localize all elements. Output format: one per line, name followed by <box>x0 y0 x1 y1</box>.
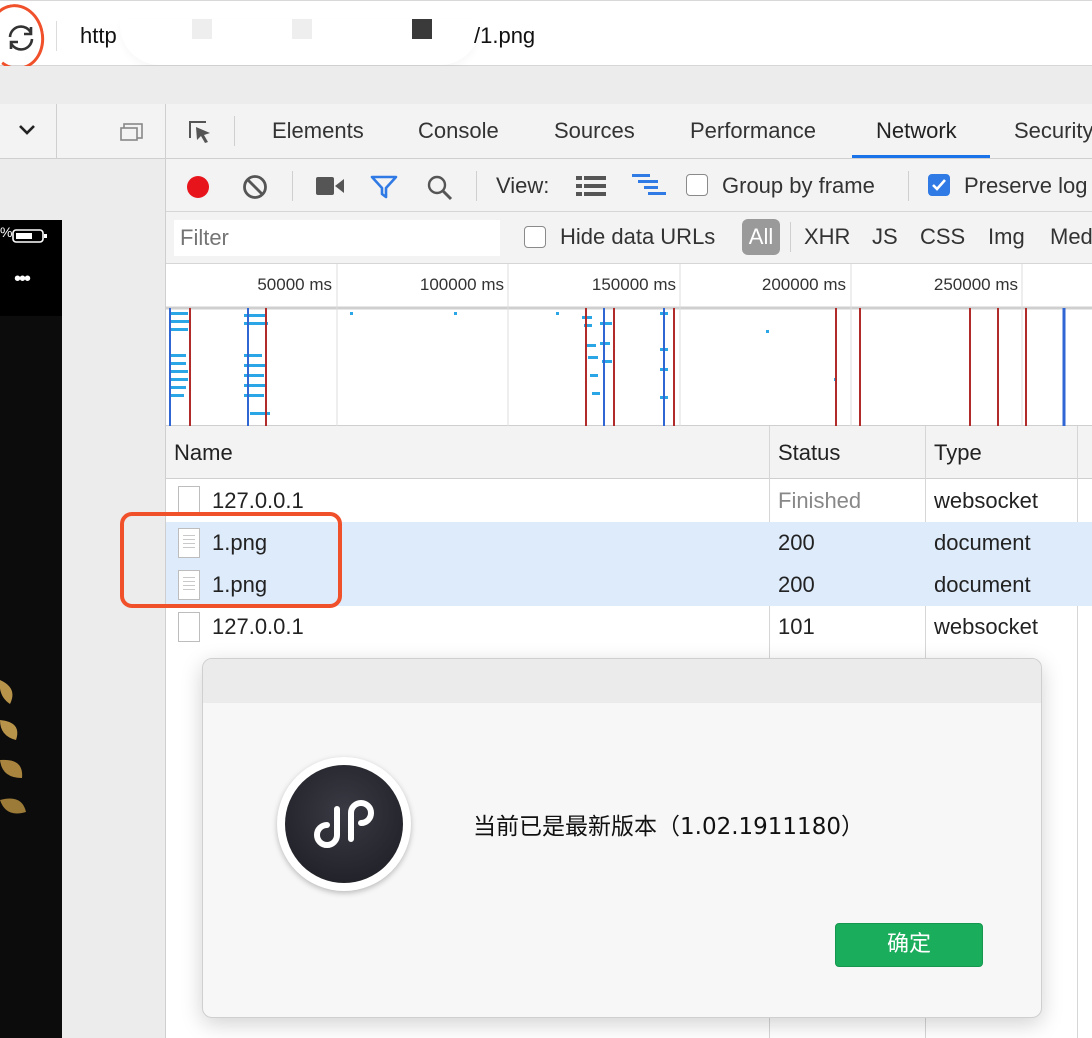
url-suffix[interactable]: /1.png <box>474 23 535 49</box>
filter-type-img[interactable]: Img <box>988 224 1025 250</box>
toolbar-divider <box>234 116 235 146</box>
filter-type-xhr[interactable]: XHR <box>804 224 850 250</box>
table-row[interactable]: 127.0.0.1 101 websocket <box>166 606 1092 648</box>
mini-program-icon <box>314 800 374 848</box>
column-header-status[interactable]: Status <box>778 440 840 466</box>
inspect-element-icon[interactable] <box>186 118 216 146</box>
file-icon <box>178 612 200 642</box>
view-label: View: <box>496 173 550 198</box>
active-tab-indicator <box>852 155 990 158</box>
phone-screen <box>0 220 62 1038</box>
overview-chart: 50000 ms 100000 ms 150000 ms 200000 ms 2… <box>166 264 1092 426</box>
toolbar-divider <box>476 171 477 201</box>
simulator-toolbar <box>0 104 166 159</box>
overview-tick-label: 150000 ms <box>592 275 676 294</box>
row-name: 127.0.0.1 <box>212 488 304 513</box>
checkmark-icon <box>932 179 946 191</box>
tab-elements[interactable]: Elements <box>272 118 364 144</box>
more-dots-icon[interactable]: ••• <box>14 268 31 291</box>
filter-icon[interactable] <box>370 175 398 199</box>
dock-icon[interactable] <box>120 122 144 142</box>
row-type: document <box>934 530 1031 555</box>
waterfall-overview-icon[interactable] <box>632 174 666 196</box>
row-status: Finished <box>778 488 862 513</box>
overview-tick-label: 100000 ms <box>420 275 504 294</box>
record-icon[interactable] <box>184 173 212 201</box>
network-overview[interactable]: 50000 ms 100000 ms 150000 ms 200000 ms 2… <box>166 264 1092 426</box>
update-dialog: 当前已是最新版本（1.02.1911180） 确定 <box>202 658 1042 1018</box>
row-status: 101 <box>778 614 815 639</box>
toolbar-divider <box>56 104 57 158</box>
column-header-name[interactable]: Name <box>174 440 233 466</box>
overview-event-lines <box>169 308 1066 426</box>
annotation-box <box>120 512 342 608</box>
clear-icon[interactable] <box>242 174 268 200</box>
dialog-titlebar <box>203 659 1041 703</box>
toolbar-divider <box>292 171 293 201</box>
preserve-log-label: Preserve log <box>964 173 1088 198</box>
window-gap <box>0 66 1092 104</box>
chevron-down-icon[interactable] <box>18 124 36 136</box>
search-icon[interactable] <box>426 174 454 202</box>
battery-icon <box>12 229 47 243</box>
app-logo <box>277 757 411 891</box>
hide-data-urls-label: Hide data URLs <box>560 224 716 249</box>
tab-security[interactable]: Security <box>1014 118 1092 144</box>
row-name: 127.0.0.1 <box>212 614 304 639</box>
network-table-header: Name Status Type <box>166 426 1092 479</box>
hide-data-urls-checkbox[interactable] <box>524 226 546 248</box>
filter-type-all[interactable]: All <box>742 219 780 255</box>
group-by-frame-label: Group by frame <box>722 173 875 198</box>
url-redaction-mark <box>412 19 432 39</box>
tab-performance[interactable]: Performance <box>690 118 816 144</box>
group-by-frame-checkbox[interactable] <box>686 174 708 196</box>
large-rows-icon[interactable] <box>576 176 606 196</box>
row-type: websocket <box>934 488 1038 513</box>
overview-tick-label: 250000 ms <box>934 275 1018 294</box>
tab-console[interactable]: Console <box>418 118 499 144</box>
ok-button[interactable]: 确定 <box>835 923 983 967</box>
row-status: 200 <box>778 530 815 555</box>
tab-sources[interactable]: Sources <box>554 118 635 144</box>
url-separator <box>56 21 57 51</box>
overview-tick-label: 200000 ms <box>762 275 846 294</box>
filter-type-media[interactable]: Media <box>1050 224 1092 250</box>
url-prefix[interactable]: http <box>80 23 117 49</box>
battery-percent: % <box>0 224 13 240</box>
devtools-tabbar: Elements Console Sources Performance Net… <box>166 104 1092 159</box>
overview-request-bars <box>170 312 837 415</box>
row-type: websocket <box>934 614 1038 639</box>
network-toolbar: View: Group by frame Preserve log <box>166 159 1092 212</box>
toolbar-divider <box>908 171 909 201</box>
phone-status-bar: % ••• <box>0 220 62 316</box>
address-bar: http /1.png <box>0 0 1092 66</box>
dialog-message: 当前已是最新版本（1.02.1911180） <box>473 814 864 840</box>
row-status: 200 <box>778 572 815 597</box>
preserve-log-checkbox[interactable] <box>928 174 950 196</box>
column-header-type[interactable]: Type <box>934 440 982 466</box>
overview-tick-label: 50000 ms <box>257 275 332 294</box>
filter-type-js[interactable]: JS <box>872 224 898 250</box>
url-redaction-mark <box>192 19 212 39</box>
filter-input[interactable] <box>174 220 500 256</box>
url-redaction-mark <box>292 19 312 39</box>
screenshot-camera-icon[interactable] <box>316 177 344 195</box>
filter-bar: Hide data URLs All XHR JS CSS Img Media <box>166 212 1092 264</box>
row-type: document <box>934 572 1031 597</box>
tab-network[interactable]: Network <box>876 118 957 144</box>
laurel-icon <box>0 680 26 814</box>
logo-disc <box>285 765 403 883</box>
toolbar-divider <box>790 222 791 252</box>
filter-type-css[interactable]: CSS <box>920 224 965 250</box>
